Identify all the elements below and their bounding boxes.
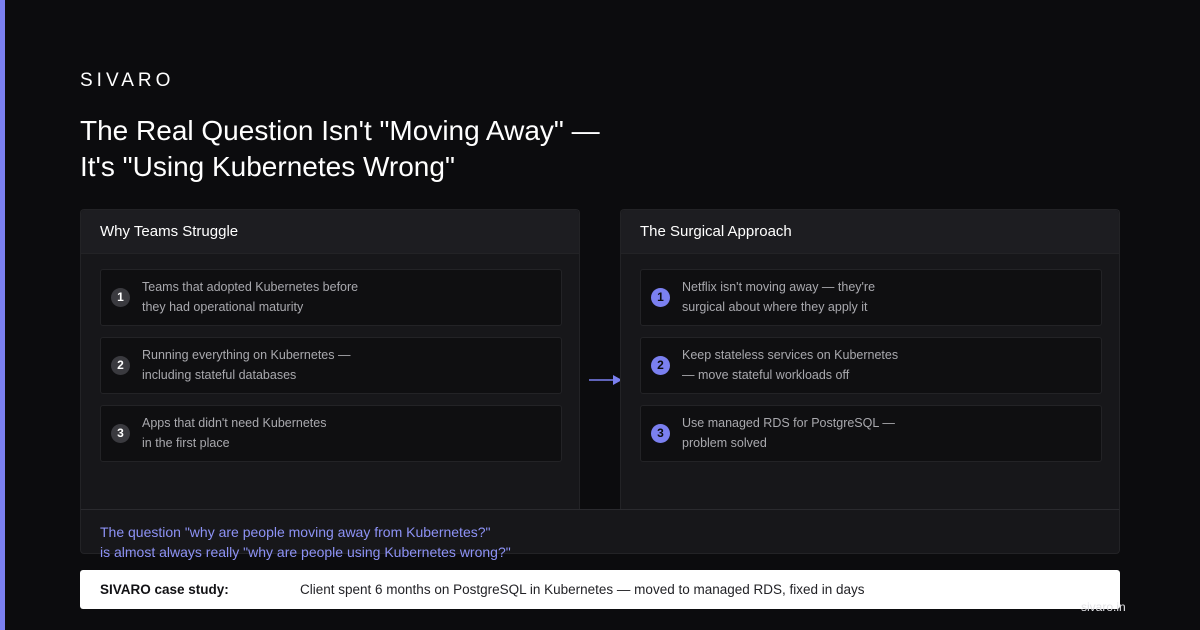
list-item: 2 Running everything on Kubernetes — inc… [100,337,562,394]
panel-heading: The Surgical Approach [621,210,1119,254]
list-item: 3 Use managed RDS for PostgreSQL — probl… [640,405,1102,462]
page-title: The Real Question Isn't "Moving Away" — … [80,115,600,182]
case-study-text: Client spent 6 months on PostgreSQL in K… [300,582,865,597]
item-text: Running everything on Kubernetes — inclu… [142,348,351,382]
site-watermark: sivaro.in [1081,600,1126,614]
brand-logo: SIVARO [80,70,175,91]
accent-bar [0,0,5,630]
case-study-banner: SIVARO case study: Client spent 6 months… [80,570,1120,609]
question-callout: The question "why are people moving away… [80,509,1120,560]
item-text: Use managed RDS for PostgreSQL — problem… [682,416,895,450]
list-item: 3 Apps that didn't need Kubernetes in th… [100,405,562,462]
item-number: 1 [651,288,670,307]
panel-heading: Why Teams Struggle [81,210,579,254]
case-study-label: SIVARO case study: [100,582,229,597]
item-text: Keep stateless services on Kubernetes — … [682,348,899,382]
item-text: Netflix isn't moving away — they're surg… [682,280,876,314]
item-text: Apps that didn't need Kubernetes in the … [142,416,327,450]
item-number: 1 [111,288,130,307]
why-teams-struggle-panel: Why Teams Struggle 1 Teams that adopted … [80,209,580,509]
item-number: 3 [111,424,130,443]
list-item: 1 Teams that adopted Kubernetes before t… [100,269,562,326]
surgical-approach-panel: The Surgical Approach 1 Netflix isn't mo… [620,209,1120,509]
item-number: 2 [111,356,130,375]
question-text: The question "why are people moving away… [100,524,511,560]
item-number: 3 [651,424,670,443]
arrow-right-icon [589,375,622,385]
item-text: Teams that adopted Kubernetes before the… [142,280,359,314]
list-item: 1 Netflix isn't moving away — they're su… [640,269,1102,326]
list-item: 2 Keep stateless services on Kubernetes … [640,337,1102,394]
item-number: 2 [651,356,670,375]
